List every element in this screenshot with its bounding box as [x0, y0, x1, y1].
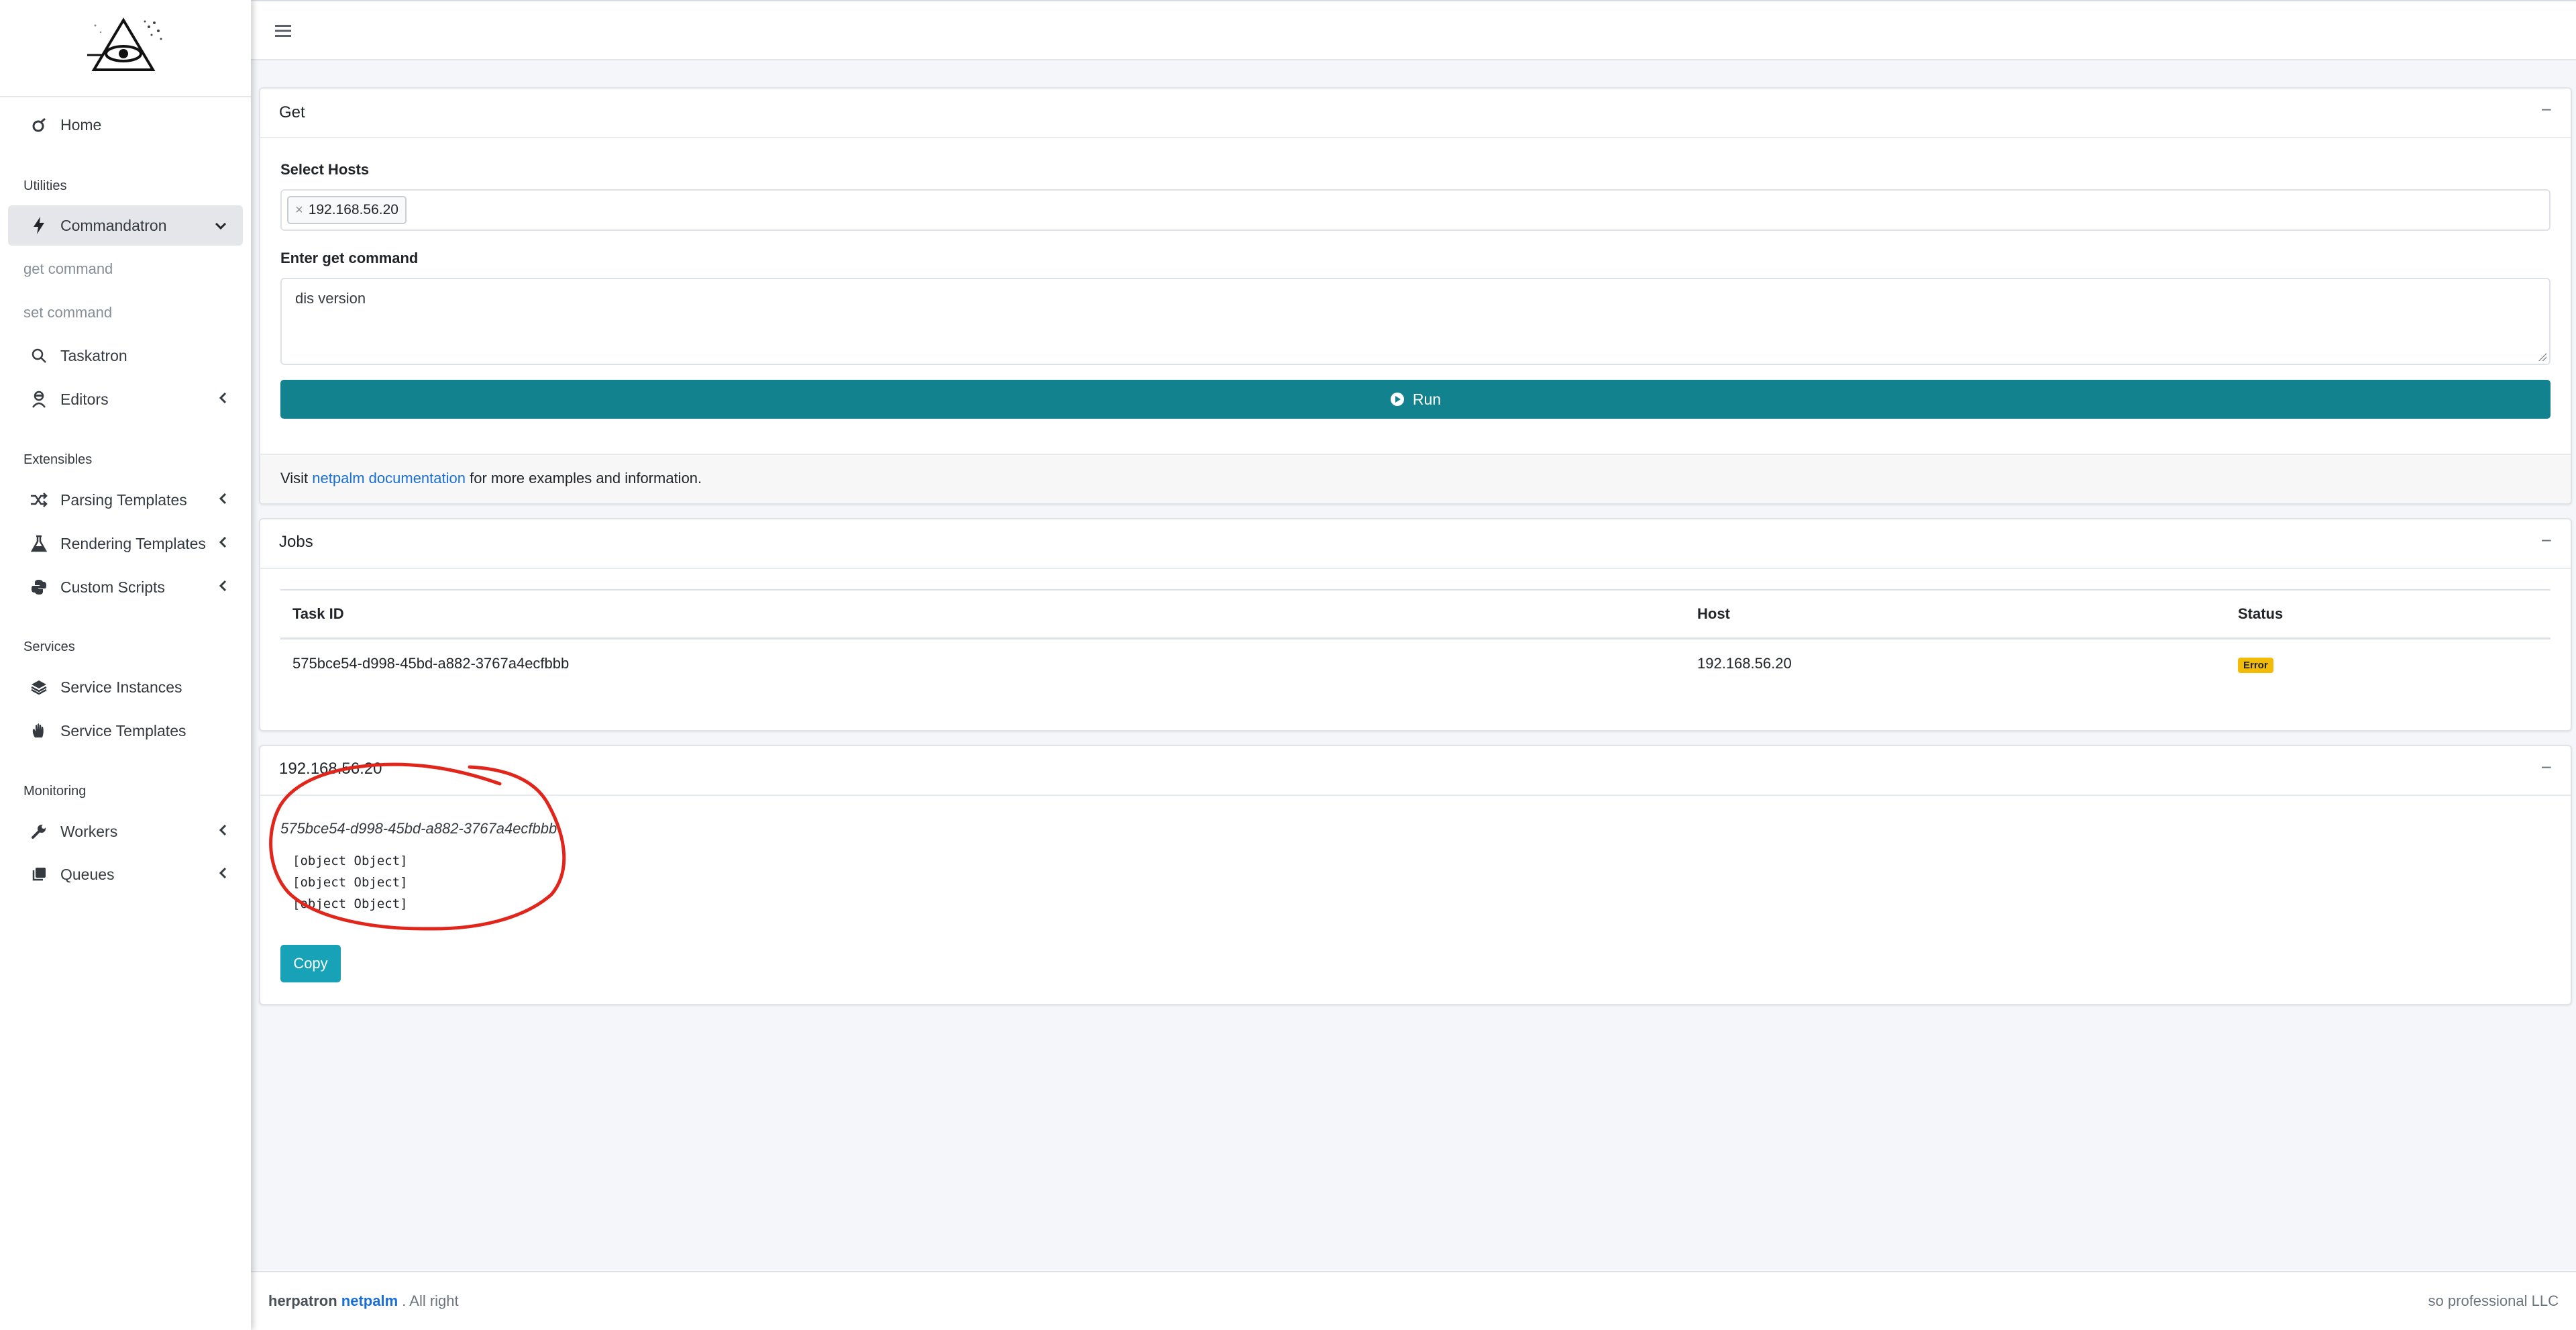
- sidebar-sublink-set-command[interactable]: set command: [23, 304, 112, 321]
- sidebar-sublink-get-command[interactable]: get command: [23, 260, 113, 278]
- task-id-link[interactable]: 575bce54-d998-45bd-a882-3767a4ecfbbb: [292, 655, 569, 672]
- footer-copyright: herpatron netpalm . All right: [268, 1292, 459, 1310]
- card-divider: [260, 137, 2571, 138]
- sidebar-item-parsing-templates[interactable]: Parsing Templates: [8, 480, 243, 520]
- nav-header-utilities: Utilities: [23, 178, 67, 193]
- status-badge: Error: [2238, 658, 2273, 673]
- chevron-left-icon: [219, 823, 227, 840]
- chevron-left-icon: [219, 535, 227, 552]
- command-value: dis version: [295, 290, 366, 307]
- user-ninja-icon: [27, 391, 51, 408]
- top-navbar: [251, 0, 2576, 60]
- sidebar-item-label: Editors: [60, 390, 109, 408]
- sidebar-item-commandatron[interactable]: Commandatron: [8, 205, 243, 246]
- sidebar-item-label: Service Templates: [60, 721, 186, 739]
- chevron-left-icon: [219, 578, 227, 596]
- hand-icon: [27, 723, 51, 739]
- sidebar: Home Utilities Commandatron get command …: [0, 0, 251, 1330]
- python-icon: [27, 579, 51, 595]
- card-title: 192.168.56.20: [279, 760, 382, 778]
- sidebar-item-custom-scripts[interactable]: Custom Scripts: [8, 567, 243, 607]
- command-textarea[interactable]: dis version: [280, 278, 2551, 365]
- table-header-border: [280, 637, 2551, 640]
- rocket-icon: [27, 117, 51, 133]
- sidebar-item-label: Service Instances: [60, 678, 182, 696]
- table-top-border: [280, 589, 2551, 591]
- eye-triangle-logo[interactable]: [86, 16, 166, 76]
- select-hosts-label: Select Hosts: [280, 161, 370, 178]
- output-line: [object Object]: [292, 854, 408, 868]
- search-icon: [27, 348, 51, 364]
- chevron-left-icon: [219, 391, 227, 408]
- sidebar-item-workers[interactable]: Workers: [8, 811, 243, 852]
- host-select[interactable]: × 192.168.56.20: [280, 189, 2551, 231]
- sidebar-item-label: Parsing Templates: [60, 491, 187, 509]
- result-card: 192.168.56.20 − 575bce54-d998-45bd-a882-…: [259, 745, 2572, 1005]
- run-label: Run: [1412, 390, 1442, 408]
- chevron-left-icon: [219, 491, 227, 509]
- footer-suffix: for more examples and information.: [465, 470, 702, 487]
- resize-handle[interactable]: [2538, 353, 2546, 361]
- sidebar-item-service-templates[interactable]: Service Templates: [8, 711, 243, 751]
- result-task-id: 575bce54-d998-45bd-a882-3767a4ecfbbb: [280, 820, 557, 837]
- host-chip: × 192.168.56.20: [287, 196, 407, 224]
- nav-header-extensibles: Extensibles: [23, 452, 93, 467]
- sidebar-item-service-instances[interactable]: Service Instances: [8, 667, 243, 707]
- sidebar-item-label: Rendering Templates: [60, 534, 206, 552]
- random-icon: [27, 493, 51, 507]
- clone-icon: [27, 866, 51, 882]
- collapse-button[interactable]: −: [2541, 530, 2552, 552]
- column-header-status: Status: [2238, 605, 2284, 622]
- sidebar-item-label: Queues: [60, 865, 115, 883]
- flask-icon: [27, 535, 51, 552]
- footer-prefix: Visit: [280, 470, 313, 487]
- footer-brand-link[interactable]: netpalm: [341, 1292, 398, 1309]
- sidebar-item-home[interactable]: Home: [8, 105, 243, 145]
- nav-header-services: Services: [23, 640, 75, 654]
- footer-company: so professional LLC: [2428, 1292, 2559, 1309]
- card-title: Get: [279, 103, 305, 121]
- copy-button[interactable]: Copy: [280, 945, 341, 982]
- card-title: Jobs: [279, 533, 313, 551]
- command-label: Enter get command: [280, 250, 419, 266]
- footer-text: Visit netpalm documentation for more exa…: [280, 470, 702, 487]
- column-header-host: Host: [1697, 605, 1730, 622]
- chip-remove-icon[interactable]: ×: [295, 203, 303, 218]
- footer-app-name: herpatron: [268, 1292, 341, 1309]
- layer-group-icon: [27, 679, 51, 695]
- documentation-link[interactable]: netpalm documentation: [312, 470, 466, 487]
- column-header-task-id: Task ID: [292, 605, 344, 622]
- run-button[interactable]: Run: [280, 380, 2551, 419]
- chevron-down-icon: [215, 217, 227, 234]
- sidebar-item-label: Workers: [60, 822, 118, 840]
- sidebar-item-label: Taskatron: [60, 346, 127, 364]
- hamburger-icon[interactable]: [275, 20, 291, 43]
- card-divider: [260, 795, 2571, 796]
- nav-header-monitoring: Monitoring: [23, 784, 87, 799]
- bolt-icon: [27, 216, 51, 235]
- output-line: [object Object]: [292, 897, 408, 911]
- play-circle-icon: [1390, 392, 1405, 407]
- sidebar-item-label: Custom Scripts: [60, 578, 165, 596]
- collapse-button[interactable]: −: [2541, 99, 2552, 121]
- sidebar-item-queues[interactable]: Queues: [8, 854, 243, 894]
- page-footer: herpatron netpalm . All right so profess…: [251, 1271, 2576, 1330]
- chip-label: 192.168.56.20: [308, 202, 398, 217]
- wrench-icon: [27, 823, 51, 839]
- sidebar-item-label: Home: [60, 115, 102, 134]
- collapse-button[interactable]: −: [2541, 757, 2552, 778]
- get-card: Get − Select Hosts × 192.168.56.20 Enter…: [259, 87, 2572, 505]
- output-line: [object Object]: [292, 875, 408, 890]
- sidebar-item-label: Commandatron: [60, 216, 167, 234]
- sidebar-item-taskatron[interactable]: Taskatron: [8, 336, 243, 376]
- chevron-left-icon: [219, 866, 227, 883]
- host-cell: 192.168.56.20: [1697, 655, 1792, 672]
- jobs-card: Jobs − Task ID Host Status 575bce54-d998…: [259, 518, 2572, 731]
- logo-area: [0, 0, 251, 97]
- card-divider: [260, 568, 2571, 569]
- footer-rights: . All right: [398, 1292, 459, 1309]
- sidebar-item-editors[interactable]: Editors: [8, 379, 243, 419]
- sidebar-item-rendering-templates[interactable]: Rendering Templates: [8, 523, 243, 564]
- card-footer: Visit netpalm documentation for more exa…: [260, 454, 2571, 503]
